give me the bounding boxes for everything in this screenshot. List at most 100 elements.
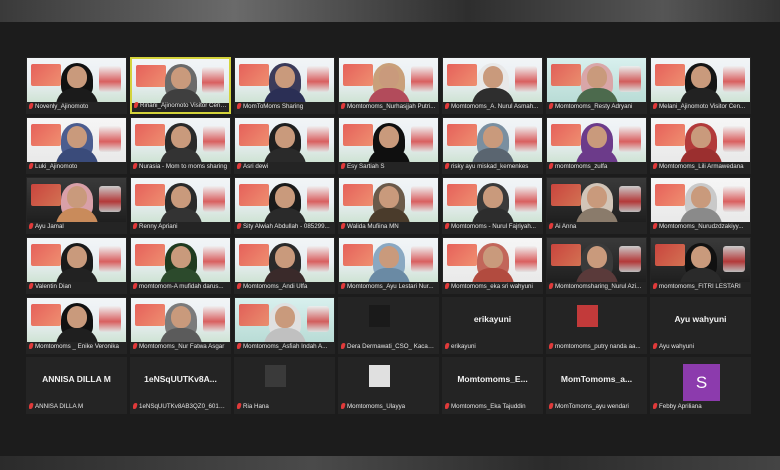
participant-tile[interactable]: Momtomoms_Resty Adryani [546, 57, 647, 114]
participant-tile[interactable]: Momtomoms_Nurhasjjah Putri... [338, 57, 439, 114]
participant-display-name: ANNISA DILLA M [42, 374, 111, 384]
participant-figure [470, 63, 516, 102]
mic-muted-icon [29, 223, 34, 229]
mic-muted-icon [549, 283, 554, 289]
participant-name: Momtomoms_Nur Fatwa Asgar [139, 343, 225, 350]
participant-tile[interactable]: Momtomoms_Andi Ulfa [234, 237, 335, 294]
participant-figure [54, 123, 100, 162]
participant-tile[interactable]: Ririani_Ajinomoto Visitor Center [130, 57, 231, 114]
participant-figure [366, 183, 412, 222]
participant-figure [678, 123, 724, 162]
participant-tile[interactable]: Ria Hana [234, 357, 335, 414]
participant-tile[interactable]: momtomoms_putry nanda aa... [546, 297, 647, 354]
participant-figure [262, 243, 308, 282]
participant-video [547, 58, 646, 102]
participant-video [265, 365, 305, 401]
participant-tile[interactable]: Walida Mufiina MN [338, 177, 439, 234]
participant-tile[interactable]: Momtomoms - Nurul Fajriyah... [442, 177, 543, 234]
participant-name: Ririani_Ajinomoto Visitor Center [140, 102, 227, 109]
participant-tile[interactable]: Sity Alwiah Abdullah - 085299... [234, 177, 335, 234]
mic-muted-icon [549, 163, 554, 169]
participant-tile[interactable]: ANNISA DILLA M ANNISA DILLA M [26, 357, 127, 414]
participant-name-label: Valentin Dian [29, 281, 124, 292]
participant-video [651, 178, 750, 222]
participant-video [27, 58, 126, 102]
participant-tile[interactable]: Renny Apriani [130, 177, 231, 234]
participant-video [339, 238, 438, 282]
participant-tile[interactable]: Melani_Ajinomoto Visitor Cen... [650, 57, 751, 114]
participant-name: Dera Dermawati_CSO_ Kacab ... [347, 343, 436, 350]
participant-tile[interactable]: Asri dewi [234, 117, 335, 174]
participant-video [235, 178, 334, 222]
mic-muted-icon [237, 223, 242, 229]
participant-tile[interactable]: Momtomoms_Lili Armawedana [650, 117, 751, 174]
participant-tile[interactable]: Momtomoms_Nur Fatwa Asgar [130, 297, 231, 354]
participant-name: Momtomoms_A. Nurul Asmah... [451, 103, 539, 110]
participant-name: Momtomoms_Nurhasjjah Putri... [347, 103, 436, 110]
participant-video [547, 178, 646, 222]
participant-name: Sity Alwiah Abdullah - 085299... [243, 223, 330, 230]
participant-tile[interactable]: Momtomoms_Ulayya [338, 357, 439, 414]
participant-name-label: Luki_Ajinomoto [29, 161, 124, 172]
participant-tile[interactable]: Valentin Dian [26, 237, 127, 294]
participant-tile[interactable]: Momtomoms_Asfiah Indah A... [234, 297, 335, 354]
participant-video [27, 118, 126, 162]
participant-name-label: Momtomomsharing_Nurul Azi... [549, 281, 644, 292]
mic-muted-icon [549, 343, 554, 349]
participant-name-label: Momtomoms_Ayu Lestari Nur... [341, 281, 436, 292]
participant-tile[interactable]: Esy Sartiah S [338, 117, 439, 174]
participant-name-label: Ai Anna [549, 221, 644, 232]
mic-muted-icon [341, 283, 346, 289]
participant-name: Melani_Ajinomoto Visitor Cen... [659, 103, 746, 110]
mic-muted-icon [29, 163, 34, 169]
participant-name-label: momtomoms_FITRI LESTARI [653, 281, 748, 292]
participant-figure [678, 63, 724, 102]
participant-tile[interactable]: Luki_Ajinomoto [26, 117, 127, 174]
participant-name-label: Novenly_Ajinomoto [29, 101, 124, 112]
participant-tile[interactable]: momtomoms_zulfa [546, 117, 647, 174]
participant-tile[interactable]: Momtomoms _ Enike Veronika [26, 297, 127, 354]
participant-tile[interactable]: momtomom-A mufidah darus... [130, 237, 231, 294]
participant-name: momtomoms_putry nanda aa... [555, 343, 641, 350]
participant-figure [158, 183, 204, 222]
participant-name: momtomoms_zulfa [555, 163, 608, 170]
participant-tile[interactable]: S Febby Apriliana [650, 357, 751, 414]
participant-tile[interactable]: MomTomoms_a... MomTomoms_ayu wendari [546, 357, 647, 414]
mic-muted-icon [341, 223, 346, 229]
participant-tile[interactable]: Ayu Jamal [26, 177, 127, 234]
participant-name-label: Ririani_Ajinomoto Visitor Center [134, 100, 227, 111]
participant-tile[interactable]: momtomoms_FITRI LESTARI [650, 237, 751, 294]
participant-name: MomTomoms_ayu wendari [555, 403, 629, 410]
participant-video [577, 305, 617, 341]
participant-video [27, 298, 126, 342]
participant-name-label: momtomoms_zulfa [549, 161, 644, 172]
participant-tile[interactable]: Novenly_Ajinomoto [26, 57, 127, 114]
participant-name: Momtomoms _ Enike Veronika [35, 343, 119, 350]
participant-tile[interactable]: 1eNSqUUTKv8A... 1eNSqUUTKv8AB3QZ0_601Sw..… [130, 357, 231, 414]
mic-muted-icon [549, 403, 554, 409]
participant-tile[interactable]: Ayu wahyuni Ayu wahyuni [650, 297, 751, 354]
participant-tile[interactable]: Momtomoms_Ayu Lestari Nur... [338, 237, 439, 294]
participant-tile[interactable]: Momtomoms_Nurudzdzakiyy... [650, 177, 751, 234]
participant-tile[interactable]: Ai Anna [546, 177, 647, 234]
mic-muted-icon [653, 103, 658, 109]
participant-name-label: 1eNSqUUTKv8AB3QZ0_601Sw... [133, 401, 228, 412]
participant-video [27, 178, 126, 222]
participant-tile[interactable]: Momtomoms_E... Momtomoms_Eka Tajuddin [442, 357, 543, 414]
participant-tile[interactable]: Dera Dermawati_CSO_ Kacab ... [338, 297, 439, 354]
participant-tile[interactable]: Nurasia - Mom to moms sharing [130, 117, 231, 174]
participant-tile[interactable]: risky ayu miskad_kemenkes [442, 117, 543, 174]
participant-tile[interactable]: Momtomomsharing_Nurul Azi... [546, 237, 647, 294]
mic-muted-icon [549, 223, 554, 229]
participant-name-label: ANNISA DILLA M [29, 401, 124, 412]
participant-tile[interactable]: MomToMoms Sharing [234, 57, 335, 114]
participant-tile[interactable]: Momtomoms_A. Nurul Asmah... [442, 57, 543, 114]
participant-figure [262, 183, 308, 222]
participant-figure [577, 305, 607, 337]
participant-figure [678, 183, 724, 222]
participant-figure [262, 123, 308, 162]
participant-name-label: Asri dewi [237, 161, 332, 172]
participant-tile[interactable]: Momtomoms_eka sri wahyuni [442, 237, 543, 294]
participant-name-label: Esy Sartiah S [341, 161, 436, 172]
participant-tile[interactable]: erikayuni erikayuni [442, 297, 543, 354]
